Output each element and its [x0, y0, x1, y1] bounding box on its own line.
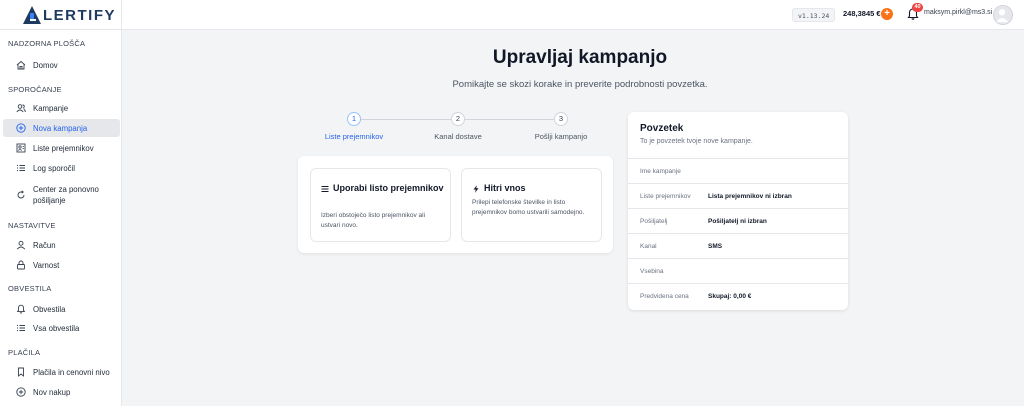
lock-icon [17, 260, 25, 270]
section-title-notifications: OBVESTILA [8, 284, 52, 293]
list-icon [17, 325, 25, 331]
section-title-dashboard: NADZORNA PLOŠČA [8, 39, 86, 48]
sidebar-item-new-campaign[interactable]: Nova kampanja [3, 119, 120, 137]
sidebar-item-label: Nov nakup [33, 387, 71, 397]
recipient-method-panel: Uporabi listo prejemnikov Izberi obstoje… [298, 156, 613, 253]
step-1-indicator[interactable]: 1 [347, 112, 361, 126]
account-balance: 248,3845 € [843, 9, 881, 18]
list-icon [321, 186, 329, 192]
use-recipient-list-card[interactable]: Uporabi listo prejemnikov Izberi obstoje… [310, 168, 451, 242]
logo[interactable]: LERTIFY [22, 5, 116, 25]
method-card-title-text: Uporabi listo prejemnikov [333, 183, 444, 193]
sidebar-item-new-purchase[interactable]: Nov nakup [3, 384, 120, 400]
add-credit-button[interactable]: + [881, 8, 893, 20]
method-card-description: Prilepi telefonske številke in listo pre… [472, 199, 585, 216]
notification-count-badge: 40 [912, 3, 923, 12]
summary-label: Pošiljatelj [640, 218, 668, 225]
summary-row-recipient-lists: Liste prejemnikov Lista prejemnikov ni i… [628, 183, 848, 208]
sidebar-item-label: Račun [33, 240, 56, 250]
summary-subtitle: To je povzetek tvoje nove kampanje. [640, 138, 753, 145]
summary-label: Liste prejemnikov [640, 193, 691, 200]
version-badge: v1.13.24 [792, 8, 836, 22]
sidebar-item-all-notifications[interactable]: Vsa obvestila [3, 320, 120, 336]
sidebar-item-label: Domov [33, 60, 58, 70]
user-avatar-icon [995, 9, 1009, 23]
sidebar-item-label: Plačila in cenovni nivo [33, 367, 110, 377]
summary-title: Povzetek [640, 123, 684, 134]
summary-label: Kanal [640, 243, 657, 250]
summary-label: Predvidena cena [640, 293, 689, 300]
summary-value: SMS [708, 243, 723, 250]
sidebar-item-resend-center[interactable]: Center za ponovno pošiljanje [3, 182, 120, 208]
step-1-label[interactable]: Liste prejemnikov [309, 132, 399, 141]
user-icon [16, 240, 26, 250]
summary-row-content: Vsebina [628, 258, 848, 283]
sidebar-item-label: Obvestila [33, 304, 66, 314]
sidebar-item-label: Varnost [33, 260, 60, 270]
sidebar-item-payments-pricing[interactable]: Plačila in cenovni nivo [3, 364, 120, 380]
section-title-payments: PLAČILA [8, 348, 41, 357]
step-3-indicator[interactable]: 3 [554, 112, 568, 126]
sidebar-item-account[interactable]: Račun [3, 237, 120, 253]
bookmark-icon [18, 367, 24, 377]
plus-circle-icon [16, 387, 26, 397]
user-email[interactable]: maksym.pirkl@ms3.si [924, 9, 992, 16]
avatar[interactable] [993, 5, 1013, 25]
method-card-description: Izberi obstoječo listo prejemnikov ali u… [321, 212, 426, 229]
lightning-icon [473, 185, 479, 193]
sidebar-item-notifications[interactable]: Obvestila [3, 301, 120, 317]
step-connector [361, 119, 451, 120]
sidebar-item-label: Liste prejemnikov [33, 143, 94, 153]
contact-list-icon [16, 143, 26, 153]
method-card-title: Hitri vnos [472, 182, 526, 195]
summary-label: Vsebina [640, 268, 664, 275]
sidebar-item-label: Nova kampanja [33, 123, 88, 133]
step-connector [465, 119, 554, 120]
step-2-indicator[interactable]: 2 [451, 112, 465, 126]
sidebar-item-label: Vsa obvestila [33, 323, 80, 333]
sidebar-divider [121, 0, 122, 406]
logo-icon [23, 6, 41, 24]
summary-value: Lista prejemnikov ni izbran [708, 193, 792, 200]
section-title-messaging: SPOROČANJE [8, 85, 62, 94]
refresh-icon [17, 190, 25, 199]
quick-entry-card[interactable]: Hitri vnos Prilepi telefonske številke i… [461, 168, 602, 242]
summary-row-campaign-name: Ime kampanje [628, 158, 848, 183]
summary-row-estimated-price: Predvidena cena Skupaj: 0,00 € [628, 283, 848, 308]
sidebar-item-message-log[interactable]: Log sporočil [3, 160, 120, 176]
stepper: 1 Liste prejemnikov 2 Kanal dostave 3 Po… [300, 112, 612, 148]
users-icon [16, 104, 26, 113]
summary-panel: Povzetek To je povzetek tvoje nove kampa… [628, 112, 848, 310]
summary-row-sender: Pošiljatelj Pošiljatelj ni izbran [628, 208, 848, 233]
top-bar: LERTIFY v1.13.24 248,3845 € + 40 maksym.… [0, 0, 1024, 30]
sidebar-item-home[interactable]: Domov [3, 57, 120, 73]
summary-value: Pošiljatelj ni izbran [708, 218, 767, 225]
summary-label: Ime kampanje [640, 168, 681, 175]
section-title-settings: NASTAVITVE [8, 221, 56, 230]
page-subtitle: Pomikajte se skozi korake in preverite p… [452, 79, 708, 90]
page-title: Upravljaj kampanjo [492, 47, 668, 68]
method-card-title: Uporabi listo prejemnikov [321, 182, 445, 195]
method-card-title-text: Hitri vnos [484, 183, 526, 193]
sidebar-item-campaigns[interactable]: Kampanje [3, 100, 120, 116]
sidebar-item-label: Center za ponovno pošiljanje [33, 185, 99, 205]
step-3-label[interactable]: Pošlji kampanjo [516, 132, 606, 141]
list-icon [17, 165, 25, 171]
sidebar-item-label: Log sporočil [33, 163, 76, 173]
bell-icon [16, 304, 26, 314]
summary-row-channel: Kanal SMS [628, 233, 848, 258]
sidebar-item-security[interactable]: Varnost [3, 257, 120, 273]
logo-text: LERTIFY [43, 6, 116, 24]
sidebar-item-recipient-lists[interactable]: Liste prejemnikov [3, 140, 120, 156]
sidebar: NADZORNA PLOŠČA Domov SPOROČANJE Kampanj… [0, 30, 121, 406]
summary-value: Skupaj: 0,00 € [708, 293, 752, 300]
plus-circle-icon [16, 123, 26, 133]
sidebar-item-label: Kampanje [33, 103, 69, 113]
step-2-label[interactable]: Kanal dostave [413, 132, 503, 141]
home-icon [16, 60, 26, 70]
